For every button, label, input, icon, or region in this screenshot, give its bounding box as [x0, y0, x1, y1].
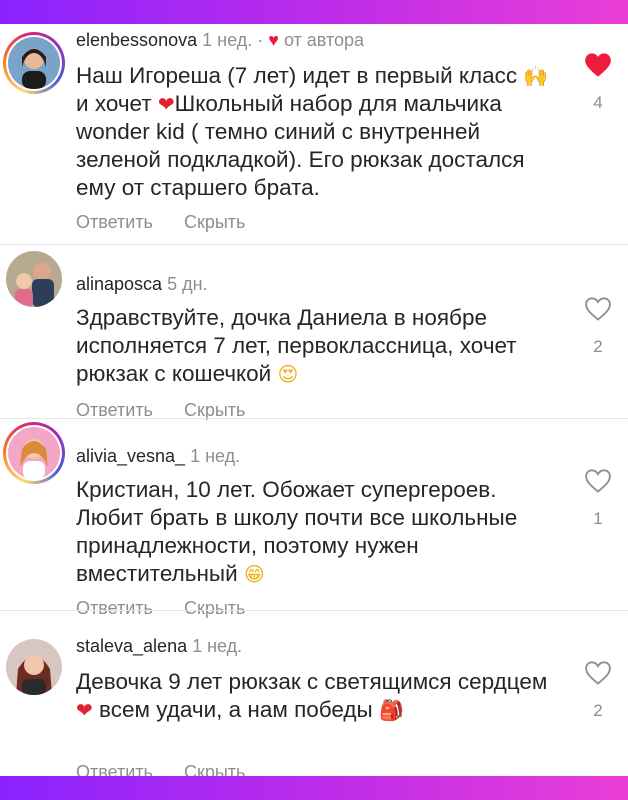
- like-count: 2: [593, 337, 603, 356]
- like-count: 2: [593, 701, 603, 720]
- avatar-story-ring[interactable]: [3, 422, 65, 484]
- username[interactable]: staleva_alena: [76, 636, 187, 656]
- author-badge: от автора: [283, 30, 365, 50]
- avatar-story-ring[interactable]: [3, 32, 65, 94]
- comment-actions: Ответить Скрыть: [76, 762, 271, 776]
- hide-button[interactable]: Скрыть: [184, 212, 245, 233]
- avatar[interactable]: [3, 636, 65, 698]
- comment-text-part: Наш Игореша (7 лет) идет в первый класс: [76, 63, 518, 88]
- heart-outline-icon[interactable]: [584, 660, 612, 686]
- hide-button[interactable]: Скрыть: [184, 598, 245, 619]
- username[interactable]: alinaposca: [76, 274, 162, 294]
- comment-time: 1 нед.: [190, 446, 241, 466]
- comment-time: 1 нед.: [192, 636, 243, 656]
- username[interactable]: elenbessonova: [76, 30, 197, 50]
- comment-text-part: всем удачи, а нам победы: [99, 697, 373, 722]
- divider: [0, 610, 628, 611]
- comment-time: 5 дн.: [167, 274, 208, 294]
- username[interactable]: alivia_vesna_: [76, 446, 185, 466]
- comment-actions: Ответить Скрыть: [76, 212, 271, 233]
- heart-icon: ♥: [268, 30, 279, 50]
- divider: [0, 418, 628, 419]
- comment-text: Здравствуйте, дочка Даниела в ноябре исп…: [76, 304, 556, 388]
- like-column: 2: [578, 296, 618, 357]
- comment-text-part: Кристиан, 10 лет. Обожает супергероев. Л…: [76, 477, 518, 586]
- heart-outline-icon[interactable]: [584, 296, 612, 322]
- reply-button[interactable]: Ответить: [76, 212, 153, 233]
- reply-button[interactable]: Ответить: [76, 762, 153, 776]
- like-count: 4: [593, 93, 603, 112]
- user-avatar-icon: [6, 639, 62, 695]
- comment-meta: alinaposca 5 дн.: [76, 274, 208, 295]
- comment-meta: staleva_alena 1 нед.: [76, 636, 242, 657]
- raised-hands-emoji: 🙌: [523, 64, 549, 88]
- like-count: 1: [593, 509, 603, 528]
- heart-filled-icon[interactable]: [584, 52, 612, 78]
- divider: [0, 244, 628, 245]
- comment-actions: Ответить Скрыть: [76, 598, 271, 619]
- reply-button[interactable]: Ответить: [76, 598, 153, 619]
- avatar[interactable]: [3, 248, 65, 310]
- user-avatar-icon: [6, 251, 62, 307]
- like-column: 4: [578, 52, 618, 113]
- like-column: 1: [578, 468, 618, 529]
- red-heart-emoji: ❤: [157, 92, 175, 116]
- comment-text: Наш Игореша (7 лет) идет в первый класс …: [76, 62, 556, 202]
- comment-meta: alivia_vesna_ 1 нед.: [76, 446, 240, 467]
- avatar: [8, 427, 60, 479]
- avatar: [8, 37, 60, 89]
- comment-meta: elenbessonova 1 нед. · ♥ от автора: [76, 30, 364, 51]
- comment-text-part: и хочет: [76, 91, 152, 116]
- comment-text: Девочка 9 лет рюкзак с светящимся сердце…: [76, 668, 556, 724]
- grinning-emoji: 😁: [243, 562, 265, 586]
- like-column: 2: [578, 660, 618, 721]
- heart-eyes-emoji: 😍: [277, 362, 299, 386]
- hide-button[interactable]: Скрыть: [184, 762, 245, 776]
- comment-text: Кристиан, 10 лет. Обожает супергероев. Л…: [76, 476, 556, 588]
- backpack-emoji: 🎒: [379, 698, 404, 722]
- red-heart-emoji: ❤: [76, 698, 93, 722]
- dot-separator: ·: [257, 30, 264, 50]
- comments-panel: elenbessonova 1 нед. · ♥ от автора Наш И…: [0, 24, 628, 776]
- user-avatar-icon: [8, 37, 60, 89]
- user-avatar-icon: [8, 427, 60, 479]
- heart-outline-icon[interactable]: [584, 468, 612, 494]
- comment-time: 1 нед.: [202, 30, 253, 50]
- comment-text-part: Девочка 9 лет рюкзак с светящимся сердце…: [76, 669, 548, 694]
